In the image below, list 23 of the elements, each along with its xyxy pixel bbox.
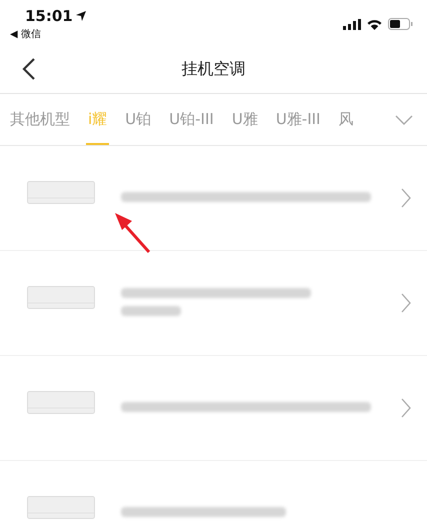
category-tab[interactable]: 其他机型 [8,94,72,145]
air-conditioner-icon [27,496,95,520]
signal-icon [343,18,361,30]
air-conditioner-icon [27,286,95,310]
air-conditioner-icon [27,391,95,415]
category-tab[interactable]: 风 [336,94,356,145]
chevron-right-icon[interactable] [401,293,411,313]
category-tab[interactable]: i耀 [86,94,110,145]
category-tab[interactable]: U铂 [123,94,154,145]
category-tab[interactable]: U雅-III [274,94,322,145]
chevron-right-icon[interactable] [401,188,411,208]
category-tab[interactable]: U铂-III [167,94,216,145]
wifi-icon [367,18,382,30]
category-tab[interactable]: U雅 [230,94,260,145]
back-to-app-link[interactable]: ◀ 微信 [10,27,86,41]
location-arrow-icon [76,11,86,21]
clock-time: 15:01 [25,7,73,25]
chevron-right-icon[interactable] [401,398,411,418]
air-conditioner-icon [27,181,95,205]
expand-chevron-icon[interactable] [395,115,413,125]
back-button[interactable] [22,57,36,81]
page-title: 挂机空调 [182,58,246,80]
battery-icon [388,18,413,30]
